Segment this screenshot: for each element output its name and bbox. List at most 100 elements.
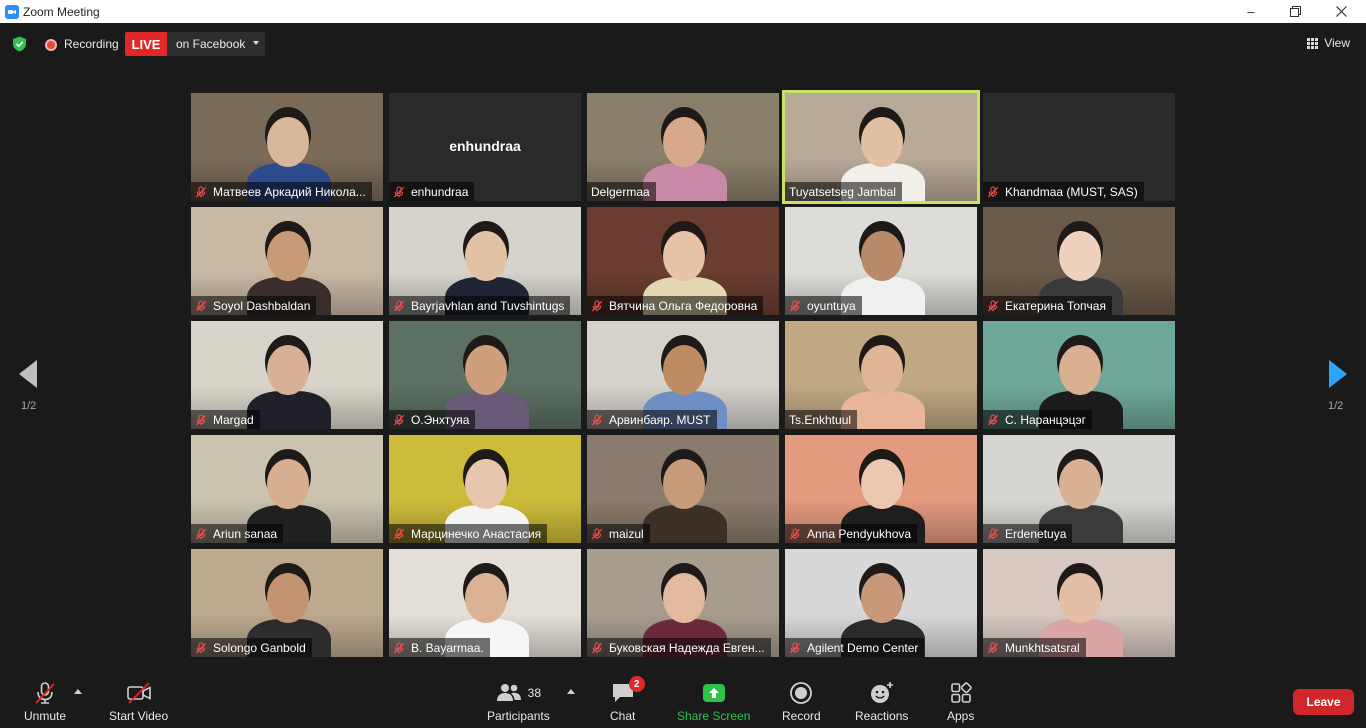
- window-title: Zoom Meeting: [23, 4, 100, 19]
- next-page-button[interactable]: 1/2: [1325, 360, 1349, 420]
- participant-name: Anna Pendyukhova: [807, 526, 912, 541]
- participant-face: [267, 117, 309, 167]
- participant-silhouette: [643, 505, 727, 543]
- muted-microphone-icon: [393, 413, 405, 426]
- muted-microphone-icon: [987, 185, 999, 198]
- participant-tile[interactable]: Anna Pendyukhova: [785, 435, 977, 543]
- participant-tile[interactable]: Bayrjavhlan and Tuvshintugs: [389, 207, 581, 315]
- participant-nameplate: Вятчина Ольга Федоровна: [587, 296, 764, 315]
- muted-microphone-icon: [195, 413, 207, 426]
- muted-microphone-icon: [789, 527, 801, 540]
- participant-face: [861, 459, 903, 509]
- minimize-icon[interactable]: –: [1228, 0, 1274, 23]
- view-label: View: [1324, 36, 1350, 50]
- close-icon[interactable]: [1318, 0, 1364, 23]
- participant-nameplate: Матвеев Аркадий Никола...: [191, 182, 372, 201]
- chat-icon: 2: [611, 676, 645, 706]
- participant-name: Матвеев Аркадий Никола...: [213, 184, 366, 199]
- participant-face: [663, 573, 705, 623]
- share-screen-button[interactable]: Share Screen: [677, 680, 750, 723]
- participant-tile[interactable]: Solongo Ganbold: [191, 549, 383, 657]
- audio-options-chevron-icon[interactable]: [74, 689, 82, 694]
- participant-name: oyuntuya: [807, 298, 856, 313]
- start-video-button[interactable]: Start Video: [109, 680, 168, 723]
- participant-tile[interactable]: Марцинечко Анастасия: [389, 435, 581, 543]
- participant-tile[interactable]: Khandmaa (MUST, SAS): [983, 93, 1175, 201]
- participant-tile[interactable]: Матвеев Аркадий Никола...: [191, 93, 383, 201]
- reactions-button[interactable]: Reactions: [855, 680, 908, 723]
- participant-tile[interactable]: Munkhtsatsral: [983, 549, 1175, 657]
- participant-face: [267, 459, 309, 509]
- participant-face: [1059, 231, 1101, 281]
- participant-face: [1059, 345, 1101, 395]
- record-button[interactable]: Record: [782, 680, 821, 723]
- participant-tile[interactable]: О.Энхтуяа: [389, 321, 581, 429]
- participant-tile[interactable]: Tuyatsetseg Jambal: [782, 90, 980, 204]
- participant-name: Soyol Dashbaldan: [213, 298, 311, 313]
- apps-icon: [950, 680, 972, 706]
- participant-tile[interactable]: Ts.Enkhtuul: [785, 321, 977, 429]
- participant-tile[interactable]: Арвинбаяр. MUST: [587, 321, 779, 429]
- muted-microphone-icon: [32, 680, 58, 706]
- participant-name: Вятчина Ольга Федоровна: [609, 298, 758, 313]
- chat-button[interactable]: 2 Chat: [610, 676, 645, 723]
- leave-button[interactable]: Leave: [1293, 689, 1354, 715]
- participant-tile[interactable]: Ariun sanaa: [191, 435, 383, 543]
- muted-microphone-icon: [195, 641, 207, 654]
- participant-tile[interactable]: Erdenetuya: [983, 435, 1175, 543]
- video-off-icon: [125, 680, 153, 706]
- participant-nameplate: Delgermaa: [587, 182, 656, 201]
- participant-tile[interactable]: Delgermaa: [587, 93, 779, 201]
- participant-tile[interactable]: С. Наранцэцэг: [983, 321, 1175, 429]
- live-destination-dropdown[interactable]: on Facebook: [167, 32, 265, 56]
- muted-microphone-icon: [591, 527, 603, 540]
- participant-tile[interactable]: Вятчина Ольга Федоровна: [587, 207, 779, 315]
- participants-button[interactable]: 38 Participants: [487, 680, 550, 723]
- participant-tile[interactable]: oyuntuya: [785, 207, 977, 315]
- participant-name: Agilent Demo Center: [807, 640, 919, 655]
- recording-indicator-icon[interactable]: [45, 39, 57, 51]
- participant-face: [861, 231, 903, 281]
- restore-icon[interactable]: [1272, 0, 1318, 23]
- participant-nameplate: Soyol Dashbaldan: [191, 296, 317, 315]
- gallery-view: Матвеев Аркадий Никола... enhundraa enhund…: [191, 90, 1175, 657]
- participant-face: [663, 345, 705, 395]
- participant-face: [663, 117, 705, 167]
- participant-tile[interactable]: B. Bayarmaa.: [389, 549, 581, 657]
- live-badge[interactable]: LIVE: [125, 32, 167, 56]
- participant-nameplate: Bayrjavhlan and Tuvshintugs: [389, 296, 571, 315]
- unmute-button[interactable]: Unmute: [24, 680, 66, 723]
- participant-tile[interactable]: Soyol Dashbaldan: [191, 207, 383, 315]
- participant-tile[interactable]: maizul: [587, 435, 779, 543]
- muted-microphone-icon: [591, 641, 603, 654]
- smiley-icon: [869, 680, 895, 706]
- muted-microphone-icon: [393, 527, 405, 540]
- participant-name: Tuyatsetseg Jambal: [789, 184, 896, 199]
- security-shield-icon[interactable]: [12, 36, 27, 52]
- muted-microphone-icon: [195, 299, 207, 312]
- participants-icon: 38: [496, 680, 541, 706]
- participant-name: С. Наранцэцэг: [1005, 412, 1087, 427]
- apps-button[interactable]: Apps: [947, 680, 974, 723]
- participant-name: Erdenetuya: [1005, 526, 1067, 541]
- participant-nameplate: enhundraa: [389, 182, 475, 201]
- participant-name: Munkhtsatsral: [1005, 640, 1080, 655]
- participant-nameplate: maizul: [587, 524, 650, 543]
- participant-nameplate: Марцинечко Анастасия: [389, 524, 548, 543]
- participant-tile[interactable]: Agilent Demo Center: [785, 549, 977, 657]
- view-button[interactable]: View: [1307, 36, 1350, 50]
- participant-tile[interactable]: Буковская Надежда Евген...: [587, 549, 779, 657]
- recording-label[interactable]: Recording: [64, 37, 119, 51]
- participant-face: [663, 231, 705, 281]
- muted-microphone-icon: [195, 185, 207, 198]
- muted-microphone-icon: [591, 413, 603, 426]
- muted-microphone-icon: [393, 641, 405, 654]
- participant-face: [1059, 573, 1101, 623]
- participant-tile[interactable]: Margad: [191, 321, 383, 429]
- participant-tile[interactable]: enhundraa enhundraa: [389, 93, 581, 201]
- chat-label: Chat: [610, 709, 636, 723]
- participants-options-chevron-icon[interactable]: [567, 689, 575, 694]
- apps-label: Apps: [947, 709, 975, 723]
- previous-page-button[interactable]: 1/2: [18, 360, 42, 420]
- participant-tile[interactable]: Екатерина Топчая: [983, 207, 1175, 315]
